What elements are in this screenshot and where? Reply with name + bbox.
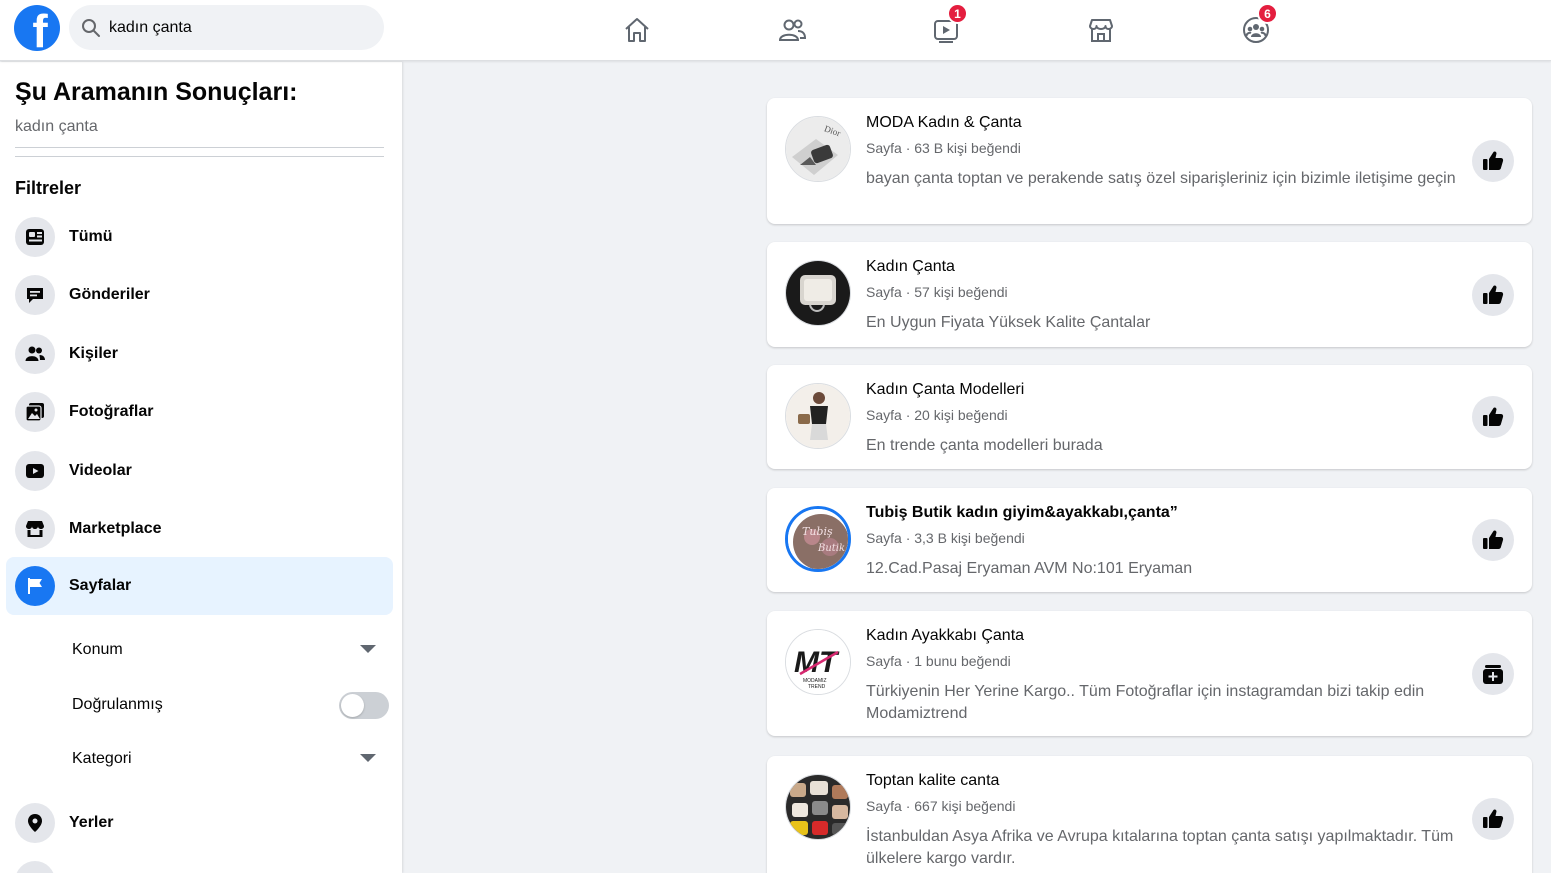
filter-posts[interactable]: Gönderiler	[6, 266, 393, 324]
page-title[interactable]: Kadın Çanta Modelleri	[866, 381, 1024, 399]
page-avatar[interactable]: Tubiş Butik	[785, 506, 851, 572]
facebook-logo[interactable]: f	[14, 5, 60, 51]
page-meta: Sayfa · 3,3 B kişi beğendi	[866, 530, 1025, 546]
page-meta: Sayfa · 57 kişi beğendi	[866, 284, 1008, 300]
filter-places[interactable]: Yerler	[6, 794, 393, 852]
page-description: İstanbuldan Asya Afrika ve Avrupa kıtala…	[866, 828, 1454, 867]
page-description: Türkiyenin Her Yerine Kargo.. Tüm Fotoğr…	[866, 683, 1425, 722]
like-button[interactable]	[1472, 798, 1514, 840]
search-input[interactable]	[109, 18, 349, 37]
page-meta: Sayfa · 667 kişi beğendi	[866, 798, 1016, 814]
filter-people[interactable]: Kişiler	[6, 325, 393, 383]
page-avatar[interactable]: MT MODAMIZ TREND	[785, 629, 851, 695]
filter-people-label: Kişiler	[69, 345, 118, 362]
filter-all[interactable]: Tümü	[6, 208, 393, 266]
home-icon	[625, 18, 649, 42]
marketplace-icon	[1089, 19, 1113, 42]
flag-icon	[28, 578, 42, 594]
divider	[15, 147, 384, 148]
page-meta: Sayfa · 20 kişi beğendi	[866, 407, 1008, 423]
page-result-card[interactable]: Tubiş Butik Tubiş Butik kadın giyim&ayakk…	[767, 488, 1532, 592]
location-icon	[28, 814, 42, 832]
nav-friends[interactable]	[772, 10, 812, 50]
filter-videos[interactable]: Videolar	[6, 442, 393, 500]
page-avatar[interactable]	[785, 260, 851, 326]
like-icon	[1483, 407, 1504, 426]
svg-text:Tubiş: Tubiş	[802, 525, 833, 538]
page-title[interactable]: Kadın Ayakkabı Çanta	[866, 627, 1024, 645]
join-button[interactable]	[1472, 653, 1514, 695]
page-description: En trende çanta modelleri burada	[866, 437, 1103, 454]
filters-heading: Filtreler	[15, 178, 82, 198]
page-result-card[interactable]: Kadın Çanta Sayfa · 57 kişi beğendi En U…	[767, 242, 1532, 347]
verified-filter-label: Doğrulanmış	[72, 696, 163, 713]
page-description: bayan çanta toptan ve perakende satış öz…	[866, 170, 1456, 187]
svg-text:TREND: TREND	[808, 684, 826, 690]
chevron-down-icon[interactable]	[360, 754, 376, 762]
page-title[interactable]: Toptan kalite canta	[866, 772, 999, 790]
svg-text:Butik: Butik	[817, 543, 845, 554]
divider	[15, 156, 384, 157]
nav-marketplace[interactable]	[1081, 10, 1121, 50]
toggle-knob	[341, 694, 364, 717]
friends-icon	[778, 19, 807, 41]
people-icon	[25, 346, 45, 361]
filter-marketplace[interactable]: Marketplace	[6, 500, 393, 558]
page-title[interactable]: Kadın Çanta	[866, 258, 955, 276]
filter-photos[interactable]: Fotoğraflar	[6, 383, 393, 441]
like-button[interactable]	[1472, 396, 1514, 438]
like-icon	[1483, 285, 1504, 304]
search-bar[interactable]	[69, 5, 384, 50]
nav-watch[interactable]: 1	[926, 3, 968, 50]
watch-notification-badge: 1	[947, 3, 968, 24]
page-title[interactable]: Tubiş Butik kadın giyim&ayakkabı,çanta”	[866, 504, 1178, 522]
page-meta: Sayfa · 1 bunu beğendi	[866, 653, 1011, 669]
verified-toggle[interactable]	[339, 692, 389, 719]
filter-videos-label: Videolar	[69, 462, 132, 479]
location-filter[interactable]: Konum	[72, 641, 123, 659]
like-button[interactable]	[1472, 519, 1514, 561]
nav-groups[interactable]: 6	[1236, 3, 1278, 50]
like-button[interactable]	[1472, 274, 1514, 316]
top-navigation-bar: f 1 6	[0, 0, 1551, 61]
filter-marketplace-label: Marketplace	[69, 520, 162, 537]
filter-pages-label: Sayfalar	[69, 577, 132, 594]
feed-icon	[26, 229, 44, 245]
search-icon	[82, 18, 100, 37]
groups-notification-badge: 6	[1257, 3, 1278, 24]
page-result-card[interactable]: Toptan kalite canta Sayfa · 667 kişi beğ…	[767, 756, 1532, 873]
search-filters-sidebar: Şu Aramanın Sonuçları: kadın çanta Filtr…	[0, 62, 402, 873]
page-avatar[interactable]	[785, 774, 851, 840]
filter-pages[interactable]: Sayfalar	[6, 557, 393, 615]
like-icon	[1483, 809, 1504, 828]
posts-icon	[27, 288, 43, 303]
sidebar-title: Şu Aramanın Sonuçları:	[15, 78, 298, 106]
search-query-text: kadın çanta	[15, 118, 98, 135]
video-icon	[26, 464, 44, 478]
like-button[interactable]	[1472, 140, 1514, 182]
page-result-card[interactable]: Kadın Çanta Modelleri Sayfa · 20 kişi be…	[767, 365, 1532, 469]
photos-icon	[25, 403, 44, 422]
nav-home[interactable]	[617, 10, 657, 50]
filter-more[interactable]	[6, 852, 393, 873]
filter-photos-label: Fotoğraflar	[69, 403, 154, 420]
page-description: 12.Cad.Pasaj Eryaman AVM No:101 Eryaman	[866, 560, 1193, 577]
page-meta: Sayfa · 63 B kişi beğendi	[866, 140, 1021, 156]
page-title[interactable]: MODA Kadın & Çanta	[866, 114, 1022, 132]
like-icon	[1483, 530, 1504, 549]
filter-posts-label: Gönderiler	[69, 286, 150, 303]
page-avatar[interactable]: Dior	[785, 116, 851, 182]
like-icon	[1483, 151, 1504, 170]
page-result-card[interactable]: Dior MODA Kadın & Çanta Sayfa · 63 B kiş…	[767, 98, 1532, 224]
marketplace-icon	[26, 521, 44, 537]
chevron-down-icon[interactable]	[360, 645, 376, 653]
page-description: En Uygun Fiyata Yüksek Kalite Çantalar	[866, 314, 1151, 331]
join-icon	[1483, 665, 1503, 684]
page-avatar[interactable]	[785, 383, 851, 449]
category-filter[interactable]: Kategori	[72, 750, 132, 768]
filter-all-label: Tümü	[69, 228, 113, 245]
page-result-card[interactable]: MT MODAMIZ TREND Kadın Ayakkabı Çanta Sayf…	[767, 611, 1532, 736]
filter-places-label: Yerler	[69, 814, 114, 831]
